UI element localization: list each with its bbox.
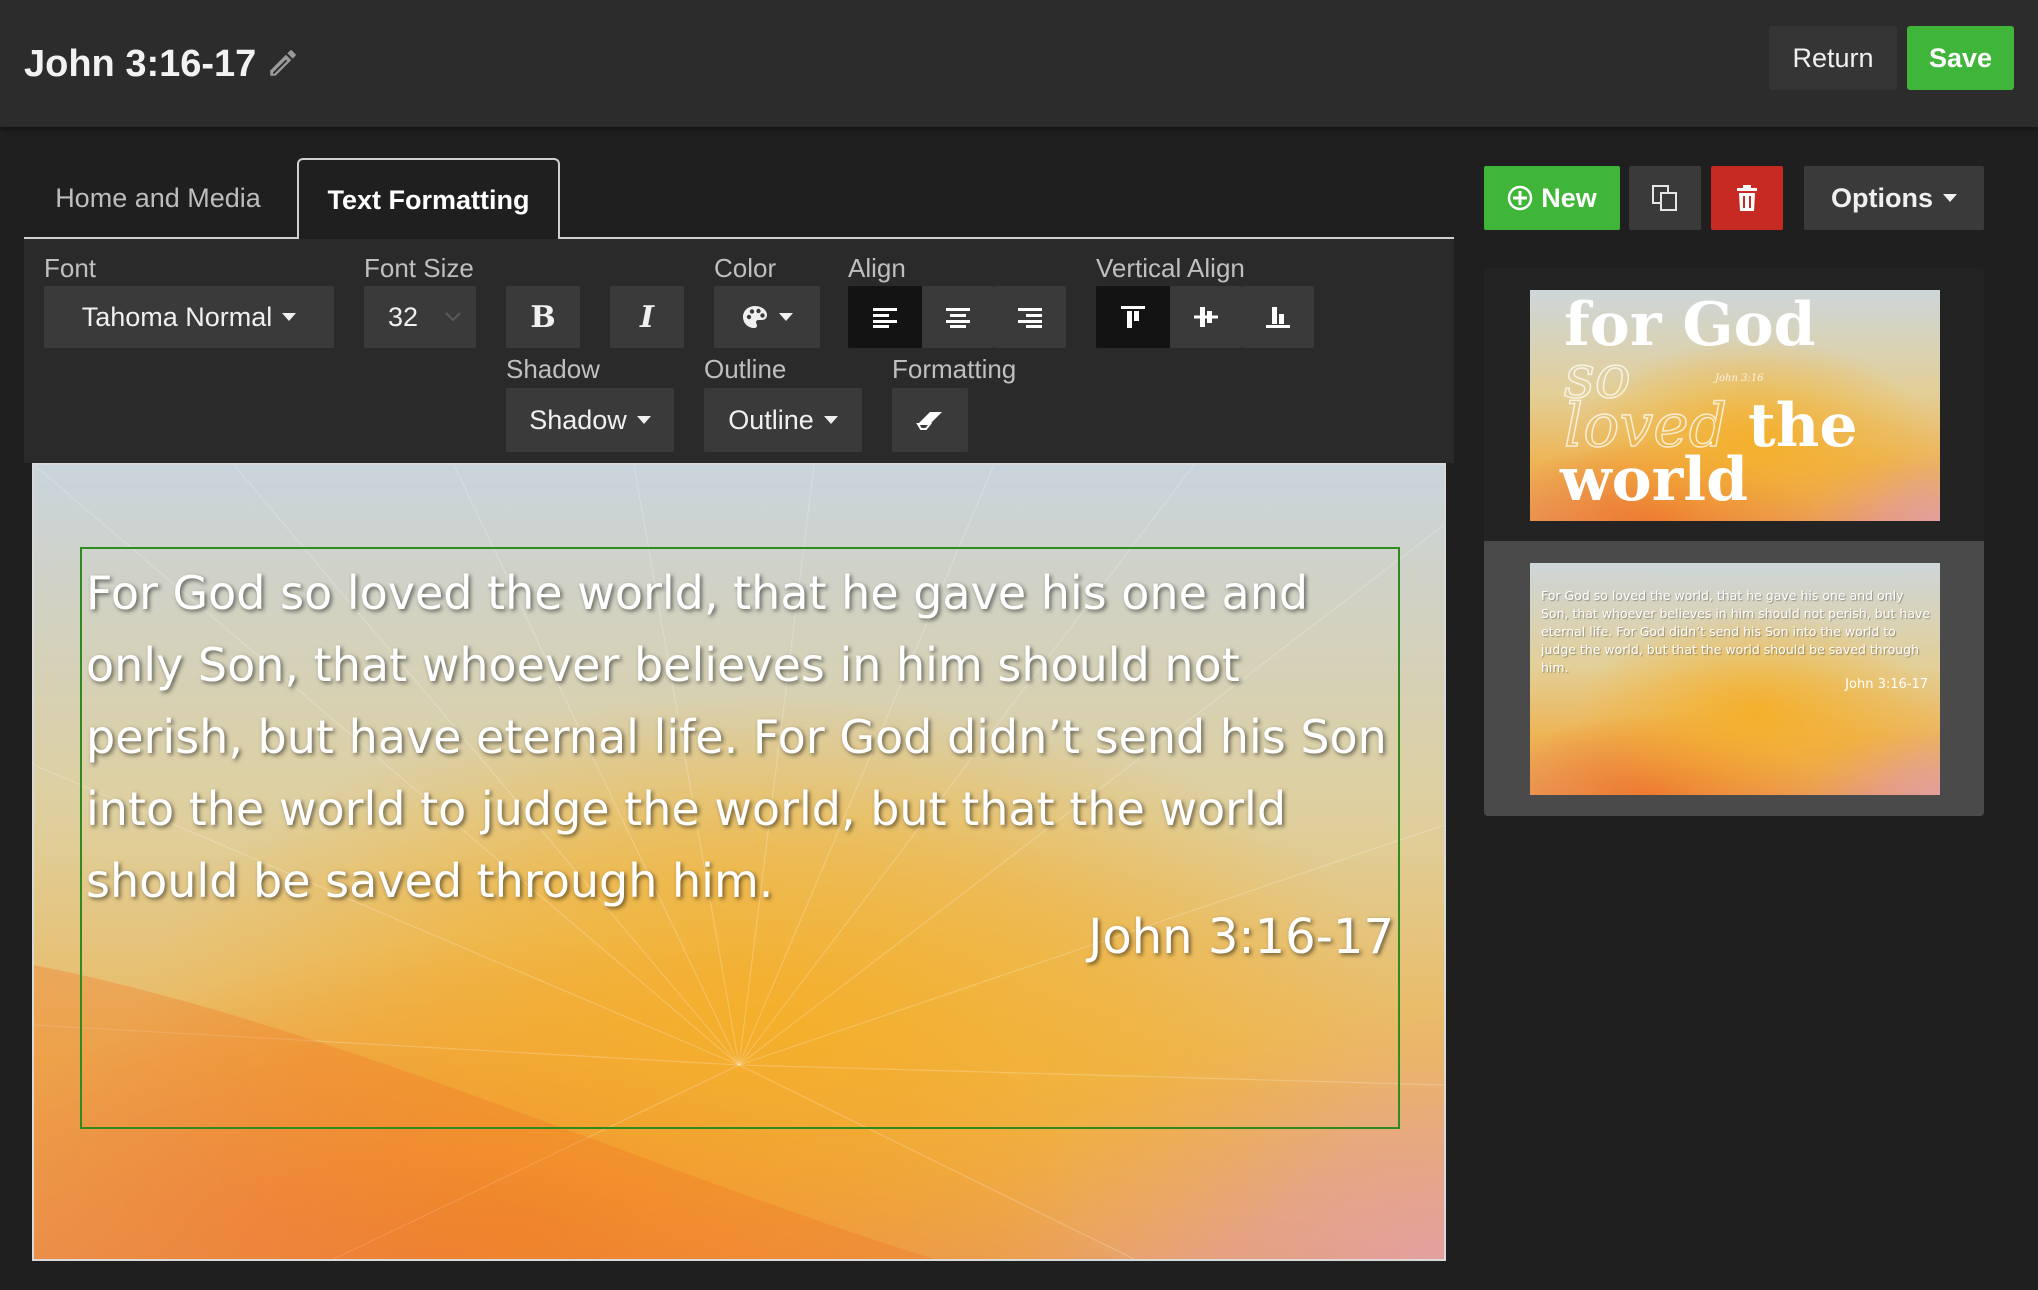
font-size-label: Font Size bbox=[364, 253, 474, 283]
align-right-icon bbox=[1018, 308, 1042, 328]
shadow-label: Shadow bbox=[506, 354, 600, 384]
slide-editor-canvas[interactable]: For God so loved the world, that he gave… bbox=[32, 463, 1446, 1261]
align-bottom-icon bbox=[1266, 307, 1290, 328]
chevron-down-icon bbox=[1943, 194, 1957, 202]
valign-top-button[interactable] bbox=[1096, 286, 1170, 348]
font-label: Font bbox=[44, 253, 97, 283]
options-dropdown[interactable]: Options bbox=[1804, 166, 1984, 230]
font-select[interactable]: Tahoma Normal bbox=[44, 286, 334, 348]
font-size-select[interactable]: 32 bbox=[364, 286, 476, 348]
options-label: Options bbox=[1831, 182, 1933, 213]
align-middle-icon bbox=[1194, 307, 1218, 327]
font-size-value: 32 bbox=[388, 301, 419, 332]
shadow-value: Shadow bbox=[529, 404, 627, 435]
outline-dropdown[interactable]: Outline bbox=[704, 388, 862, 452]
new-slide-button[interactable]: New bbox=[1484, 166, 1620, 230]
thumb-word-the: the bbox=[1748, 391, 1858, 461]
slide-thumbnail-1[interactable]: for God so John 3:16 loved the world bbox=[1530, 290, 1940, 521]
verse-text[interactable]: For God so loved the world, that he gave… bbox=[82, 557, 1398, 917]
slide-thumbnail-2[interactable]: For God so loved the world, that he gave… bbox=[1530, 563, 1940, 795]
shadow-dropdown[interactable]: Shadow bbox=[506, 388, 674, 452]
chevron-down-icon bbox=[636, 416, 651, 424]
tab-text-formatting[interactable]: Text Formatting bbox=[297, 158, 560, 240]
palette-icon bbox=[743, 306, 767, 328]
vertical-align-label: Vertical Align bbox=[1096, 253, 1245, 283]
align-top-icon bbox=[1121, 306, 1145, 328]
color-picker-button[interactable] bbox=[714, 286, 820, 348]
chevron-down-icon bbox=[779, 313, 793, 321]
clear-formatting-button[interactable] bbox=[892, 388, 968, 452]
tab-home-and-media[interactable]: Home and Media bbox=[24, 158, 292, 238]
italic-button[interactable]: I bbox=[610, 286, 684, 348]
page-title: John 3:16-17 bbox=[24, 38, 300, 90]
text-formatting-toolbar: Font Tahoma Normal Font Size 32 B I Colo… bbox=[24, 239, 1454, 463]
thumb-small-reference: John 3:16 bbox=[1715, 373, 1764, 384]
top-bar: John 3:16-17 Return Save bbox=[0, 0, 2038, 127]
thumb-verse-text: For God so loved the world, that he gave… bbox=[1541, 588, 1931, 675]
eraser-icon bbox=[916, 412, 942, 430]
chevron-down-icon bbox=[823, 416, 838, 424]
copy-icon bbox=[1652, 185, 1677, 211]
trash-icon bbox=[1737, 185, 1757, 211]
outline-label: Outline bbox=[704, 354, 787, 384]
align-center-button[interactable] bbox=[922, 286, 994, 348]
thumb-word-world: world bbox=[1560, 445, 1749, 515]
chevron-down-icon bbox=[445, 312, 461, 322]
formatting-label: Formatting bbox=[892, 354, 1017, 384]
thumb-verse-reference: John 3:16-17 bbox=[1845, 677, 1928, 692]
align-center-icon bbox=[946, 308, 970, 328]
edit-title-pencil-icon[interactable] bbox=[266, 38, 300, 90]
align-label: Align bbox=[848, 253, 906, 283]
return-button[interactable]: Return bbox=[1769, 26, 1897, 90]
valign-bottom-button[interactable] bbox=[1242, 286, 1314, 348]
verse-reference[interactable]: John 3:16-17 bbox=[1088, 909, 1394, 965]
align-right-button[interactable] bbox=[994, 286, 1066, 348]
chevron-down-icon bbox=[282, 313, 297, 321]
slide-list: for God so John 3:16 loved the world For… bbox=[1484, 268, 1984, 816]
new-label: New bbox=[1541, 182, 1597, 213]
color-label: Color bbox=[714, 253, 777, 283]
outline-value: Outline bbox=[728, 404, 814, 435]
save-button[interactable]: Save bbox=[1907, 26, 2014, 90]
delete-slide-button[interactable] bbox=[1711, 166, 1783, 230]
bold-button[interactable]: B bbox=[506, 286, 580, 348]
verse-text-box[interactable]: For God so loved the world, that he gave… bbox=[80, 547, 1400, 1129]
valign-middle-button[interactable] bbox=[1170, 286, 1242, 348]
plus-circle-icon bbox=[1507, 185, 1533, 211]
align-left-icon bbox=[873, 308, 897, 328]
presentation-title: John 3:16-17 bbox=[24, 42, 257, 85]
font-value: Tahoma Normal bbox=[81, 301, 273, 332]
align-left-button[interactable] bbox=[848, 286, 922, 348]
duplicate-slide-button[interactable] bbox=[1629, 166, 1701, 230]
